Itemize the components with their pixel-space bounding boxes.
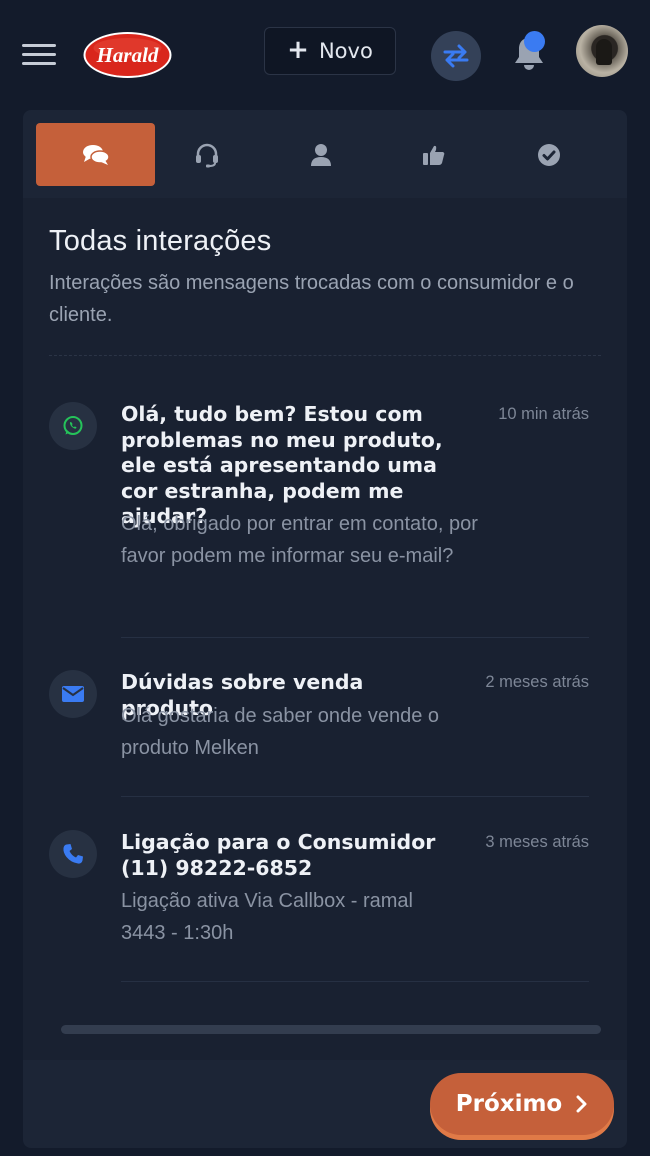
swap-arrows-icon (443, 44, 469, 68)
interaction-title: Ligação para o Consumidor (11) 98222-685… (121, 830, 436, 880)
interaction-time: 3 meses atrás (485, 833, 589, 851)
envelope-icon (62, 686, 84, 702)
harald-logo[interactable]: Harald (82, 30, 173, 80)
page-title: Todas interações (49, 225, 272, 257)
item-divider (121, 637, 589, 638)
plus-icon: + (287, 34, 309, 65)
page-subtitle: Interações são mensagens trocadas com o … (49, 272, 574, 326)
next-button-label: Próximo (455, 1091, 563, 1117)
tab-bar (23, 110, 627, 198)
interaction-item[interactable]: Ligação para o Consumidor (11) 98222-685… (23, 830, 627, 982)
tab-support[interactable] (147, 123, 266, 186)
interaction-item[interactable]: Olá, tudo bem? Estou com problemas no me… (23, 402, 627, 638)
svg-text:Harald: Harald (96, 43, 159, 67)
user-icon (310, 143, 331, 166)
whatsapp-icon (63, 416, 83, 435)
tab-resolved[interactable] (489, 123, 608, 186)
chevron-right-icon (576, 1095, 587, 1113)
interaction-time: 2 meses atrás (485, 673, 589, 691)
chat-bubbles-icon (82, 144, 110, 165)
next-button[interactable]: Próximo (430, 1073, 614, 1135)
top-bar: Harald + Novo (0, 0, 650, 104)
headset-icon (195, 143, 218, 167)
interactions-card: Todas interações Interações são mensagen… (23, 110, 627, 1148)
channel-icon-badge (49, 402, 97, 450)
channel-icon-badge (49, 830, 97, 878)
interaction-item[interactable]: Dúvidas sobre venda produto 2 meses atrá… (23, 670, 627, 798)
interaction-time: 10 min atrás (498, 405, 589, 423)
section-divider (49, 355, 601, 356)
thumbs-up-icon (422, 145, 444, 165)
new-button-label: Novo (318, 39, 373, 63)
user-avatar[interactable] (576, 25, 628, 77)
horizontal-scrollbar[interactable] (61, 1025, 601, 1034)
phone-icon (63, 844, 83, 864)
tab-interactions[interactable] (36, 123, 155, 186)
swap-button[interactable] (431, 31, 481, 81)
new-button[interactable]: + Novo (264, 27, 396, 75)
tab-feedback[interactable] (374, 123, 493, 186)
interaction-preview: Olá, obrigado por entrar em contato, por… (121, 513, 478, 567)
tab-consumer[interactable] (261, 123, 380, 186)
check-circle-icon (537, 143, 560, 166)
item-divider (121, 981, 589, 982)
item-divider (121, 796, 589, 797)
menu-icon[interactable] (22, 44, 56, 66)
notification-badge (524, 31, 545, 52)
channel-icon-badge (49, 670, 97, 718)
interaction-preview: Ligação ativa Via Callbox - ramal 3443 -… (121, 890, 414, 944)
interaction-preview: Olá gostaria de saber onde vende o produ… (121, 705, 439, 759)
